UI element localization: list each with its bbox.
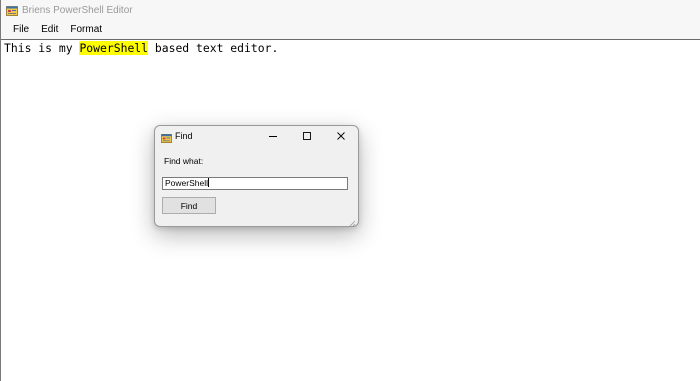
form-icon [6,4,18,16]
menu-edit[interactable]: Edit [35,20,64,39]
minimize-button[interactable] [256,126,290,146]
find-dialog-title: Find [175,131,193,141]
editor-line: This is my PowerShell based text editor. [4,40,697,56]
menu-bar: File Edit Format [1,20,700,40]
menu-file[interactable]: File [7,20,35,39]
menu-format[interactable]: Format [64,20,108,39]
maximize-icon [303,132,311,140]
find-dialog: Find Find what: PowerShell Find [154,125,359,227]
title-bar[interactable]: Briens PowerShell Editor [1,0,700,20]
minimize-icon [269,136,277,137]
find-dialog-title-bar[interactable]: Find [155,126,358,146]
window-title: Briens PowerShell Editor [22,4,133,16]
text-caret [208,178,209,187]
form-icon [161,131,172,143]
highlighted-match: PowerShell [79,41,149,55]
text-after-highlight: based text editor. [148,41,279,55]
text-before-highlight: This is my [4,41,80,55]
close-button[interactable] [324,126,358,146]
maximize-button[interactable] [290,126,324,146]
find-input-value: PowerShell [165,178,208,188]
window-controls [256,126,358,146]
resize-grip-icon[interactable] [347,215,356,226]
find-input[interactable]: PowerShell [162,177,348,190]
editor-window: Briens PowerShell Editor File Edit Forma… [0,0,700,381]
find-button[interactable]: Find [162,197,216,214]
close-icon [337,132,345,140]
find-what-label: Find what: [164,156,204,166]
